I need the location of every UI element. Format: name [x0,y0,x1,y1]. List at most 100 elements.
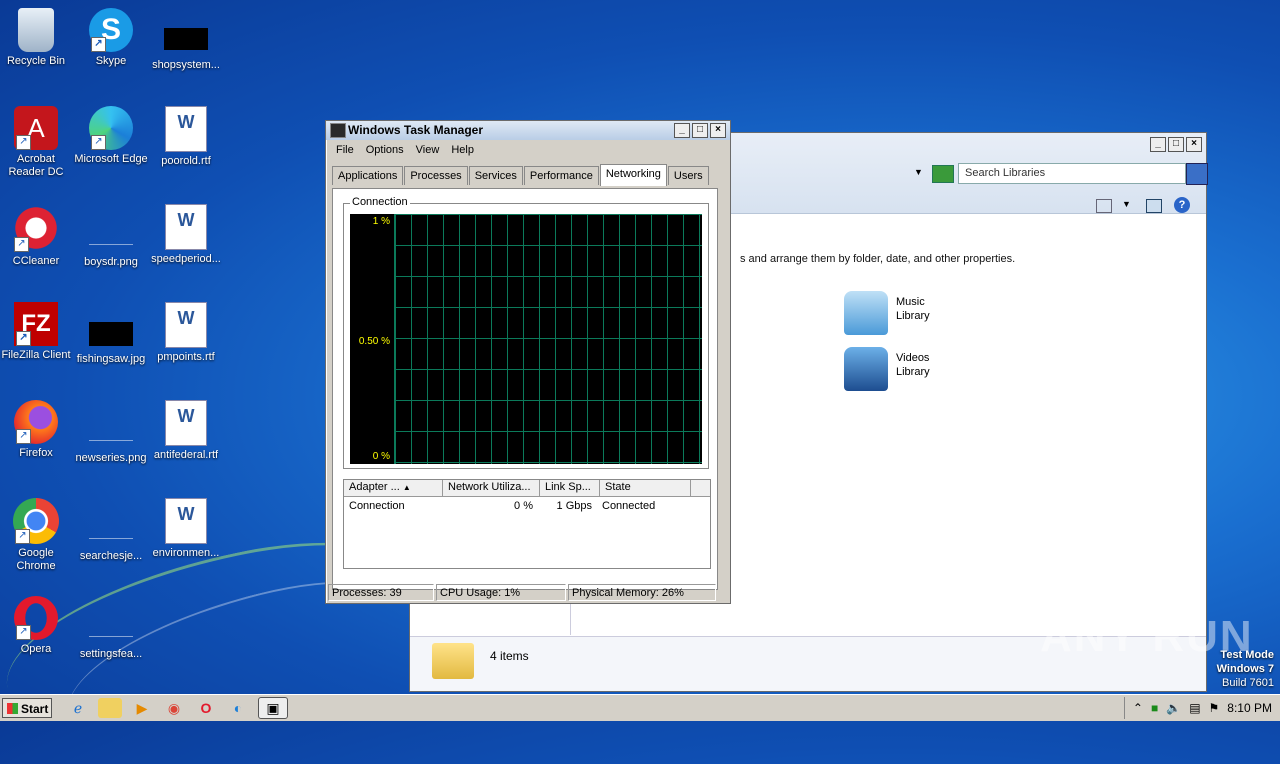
close-icon[interactable]: × [710,123,726,138]
refresh-icon[interactable] [932,165,954,183]
edge-taskbar-icon[interactable]: ◐ [226,698,250,718]
y-label-bottom: 0 % [372,451,390,462]
view-dropdown-icon[interactable]: ▼ [1122,199,1131,209]
graph-label: Connection [350,196,410,208]
videos-library[interactable]: Videos Library [844,347,930,391]
menu-help[interactable]: Help [445,144,480,156]
taskbar: Start ℯ ▶ ◉ O ◐ ▣ ⌃ ■ 🔈 ▤ ⚑ 8:10 PM [0,694,1280,721]
column-adapter[interactable]: Adapter ... ▲ [344,480,443,496]
start-button[interactable]: Start [2,698,52,718]
desktop-icon-environment[interactable]: W environmen... [148,498,224,560]
desktop-icon-skype[interactable]: S ↗ Skype [73,8,149,68]
music-library[interactable]: Music Library [844,291,930,335]
action-center-icon[interactable]: ⚑ [1209,701,1220,715]
build-line: Build 7601 [1222,677,1274,689]
desktop-icon-opera[interactable]: ↗ Opera [0,596,74,656]
maximize-icon[interactable]: □ [1168,137,1184,152]
file-explorer-icon[interactable] [98,698,122,718]
media-player-icon[interactable]: ▶ [130,698,154,718]
libraries-description: s and arrange them by folder, date, and … [740,253,1016,265]
column-network-utilization[interactable]: Network Utiliza... [443,480,540,496]
tray-app-icon[interactable]: ■ [1151,701,1158,715]
desktop-icon-label: FileZilla Client [1,349,71,361]
desktop-icon-label: newseries.png [75,452,147,464]
chrome-taskbar-icon[interactable]: ◉ [162,698,186,718]
word-document-icon: W [165,106,207,152]
internet-explorer-icon[interactable]: ℯ [66,698,90,718]
maximize-icon[interactable]: □ [692,123,708,138]
desktop-icon-boysdr[interactable]: boysdr.png [73,204,149,269]
desktop-icon-label: Acrobat Reader DC [8,153,64,178]
column-link-speed[interactable]: Link Sp... [540,480,600,496]
test-mode-notice: Test Mode Windows 7 Build 7601 [1217,648,1274,690]
library-name: Library [896,310,930,322]
adapter-list[interactable]: Adapter ... ▲ Network Utiliza... Link Sp… [343,479,711,569]
minimize-icon[interactable]: _ [674,123,690,138]
desktop-icon-newseries[interactable]: newseries.png [73,400,149,465]
tab-processes[interactable]: Processes [404,166,468,185]
status-memory: Physical Memory: 26% [568,584,716,601]
tab-applications[interactable]: Applications [332,166,404,185]
edge-icon: ↗ [89,106,133,150]
desktop-icon-searchesje[interactable]: searchesje... [73,498,149,563]
desktop-icon-label: searchesje... [79,550,143,562]
desktop-icon-filezilla[interactable]: FZ ↗ FileZilla Client [0,302,74,362]
desktop-icon-pmpoints[interactable]: W pmpoints.rtf [148,302,224,364]
close-icon[interactable]: × [1186,137,1202,152]
opera-icon: ↗ [14,596,58,640]
tab-users[interactable]: Users [667,166,709,185]
desktop-icon-label: fishingsaw.jpg [76,353,146,365]
desktop-icon-firefox[interactable]: ↗ Firefox [0,400,74,460]
minimize-icon[interactable]: _ [1150,137,1166,152]
word-document-icon: W [165,302,207,348]
column-state[interactable]: State [600,480,691,496]
status-processes: Processes: 39 [328,584,434,601]
task-manager-titlebar[interactable]: Windows Task Manager _ □ × [326,121,730,140]
desktop-icon-recycle-bin[interactable]: Recycle Bin [0,8,74,68]
tab-performance[interactable]: Performance [523,166,599,185]
library-name: Videos [896,352,930,364]
chrome-icon: ↗ [13,498,59,544]
desktop-icon-chrome[interactable]: ↗ Google Chrome [0,498,74,573]
preview-pane-icon[interactable] [1146,199,1162,213]
desktop-icon-label: antifederal.rtf [153,449,219,461]
desktop-icon-poorold[interactable]: W poorold.rtf [148,106,224,168]
tray-expand-icon[interactable]: ⌃ [1133,701,1143,715]
network-icon[interactable]: ▤ [1189,701,1200,715]
desktop-icon-fishingsaw[interactable]: fishingsaw.jpg [73,302,149,366]
item-count: 4 items [490,649,529,663]
test-mode-line: Test Mode [1220,649,1274,661]
address-dropdown-icon[interactable]: ▼ [914,167,923,177]
desktop-icon-antifederal[interactable]: W antifederal.rtf [148,400,224,462]
menu-options[interactable]: Options [360,144,410,156]
os-name-line: Windows 7 [1216,663,1274,675]
window-controls: _ □ × [674,123,726,138]
desktop-icon-speedperiod[interactable]: W speedperiod... [148,204,224,266]
libraries-folder-icon [432,643,474,679]
tab-networking[interactable]: Networking [599,164,667,186]
desktop-icon-edge[interactable]: ↗ Microsoft Edge [73,106,149,166]
desktop-icon-shopsystem[interactable]: shopsystem... [148,8,224,72]
clock[interactable]: 8:10 PM [1227,701,1272,715]
tab-services[interactable]: Services [468,166,523,185]
desktop-icon-acrobat[interactable]: A ↗ Acrobat Reader DC [0,106,74,179]
desktop-icon-label: Opera [20,643,52,655]
status-cpu: CPU Usage: 1% [436,584,566,601]
task-manager-window[interactable]: Windows Task Manager _ □ × File Options … [325,120,731,604]
desktop-icon-label: poorold.rtf [161,155,211,167]
acrobat-icon: A ↗ [14,106,58,150]
opera-taskbar-icon[interactable]: O [194,698,218,718]
search-icon[interactable] [1186,163,1208,185]
table-row[interactable]: Connection 0 % 1 Gbps Connected [344,499,710,515]
menu-view[interactable]: View [410,144,446,156]
adapter-state: Connected [602,500,656,512]
volume-icon[interactable]: 🔈 [1166,701,1181,715]
task-manager-taskbar-icon[interactable]: ▣ [258,697,288,719]
file-icon [89,596,133,637]
desktop-icon-settingsfea[interactable]: settingsfea... [73,596,149,661]
search-libraries-input[interactable]: Search Libraries [958,163,1186,184]
menu-file[interactable]: File [330,144,360,156]
help-icon[interactable]: ? [1174,197,1190,213]
desktop-icon-ccleaner[interactable]: ↗ CCleaner [0,204,74,268]
view-options-icon[interactable] [1096,199,1112,213]
